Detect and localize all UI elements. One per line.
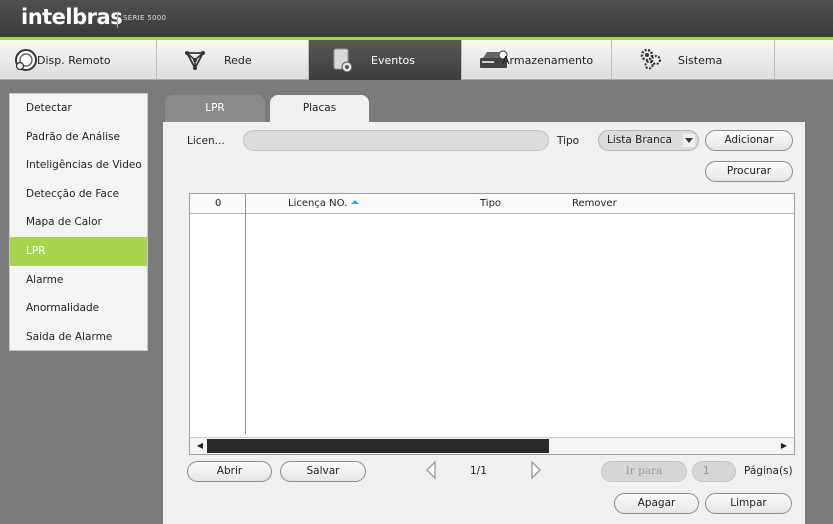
sidebar-item-alarme[interactable]: Alarme (10, 266, 147, 295)
page-number-input[interactable]: 1 (692, 461, 736, 482)
search-button[interactable]: Procurar (705, 161, 793, 182)
scroll-left-icon[interactable]: ◀ (193, 438, 207, 454)
save-button[interactable]: Salvar (280, 461, 366, 482)
remote-device-icon (15, 49, 37, 71)
license-table: 0 Licença NO. Tipo Remover ◀ ▶ (189, 193, 795, 455)
sidebar-item-padrao-de-analise[interactable]: Padrão de Análise (10, 123, 147, 152)
pages-label: Página(s) (744, 465, 793, 477)
clear-button[interactable]: Limpar (705, 493, 792, 514)
tab-placas[interactable]: Placas (270, 95, 369, 122)
main-nav: Disp. Remoto Rede Eventos Armazenamento (0, 40, 833, 80)
brand-logo: intelbras (21, 5, 123, 29)
chevron-down-icon (683, 134, 695, 147)
column-divider (245, 194, 246, 434)
col-license-no[interactable]: Licença NO. (288, 194, 360, 214)
top-header: intelbras SÉRIE 5000 (0, 0, 833, 37)
nav-sistema[interactable]: Sistema (612, 40, 775, 80)
nav-armazenamento[interactable]: Armazenamento (462, 40, 612, 80)
horizontal-scrollbar[interactable]: ◀ ▶ (190, 437, 794, 454)
page-indicator: 1/1 (470, 465, 487, 477)
col-license-no-label: Licença NO. (288, 198, 348, 209)
nav-label: Sistema (678, 53, 723, 67)
col-type: Tipo (480, 198, 502, 209)
delete-button[interactable]: Apagar (614, 493, 699, 514)
goto-button[interactable]: Ir para (601, 461, 687, 482)
nav-label: Disp. Remoto (37, 53, 111, 67)
type-label: Tipo (557, 135, 580, 147)
nav-label: Eventos (371, 53, 415, 67)
sidebar: Detectar Padrão de Análise Inteligências… (9, 93, 148, 351)
license-input[interactable] (243, 130, 549, 151)
sidebar-item-anormalidade[interactable]: Anormalidade (10, 294, 147, 323)
sidebar-item-deteccao-de-face[interactable]: Detecção de Face (10, 180, 147, 209)
sort-ascending-icon (351, 200, 360, 204)
system-gears-icon (640, 48, 661, 70)
tab-lpr[interactable]: LPR (165, 95, 265, 122)
nav-eventos[interactable]: Eventos (309, 40, 462, 80)
type-select-value: Lista Branca (607, 134, 672, 146)
sidebar-item-mapa-de-calor[interactable]: Mapa de Calor (10, 208, 147, 237)
sidebar-item-lpr[interactable]: LPR (10, 236, 147, 266)
network-icon (185, 51, 205, 70)
nav-disp-remoto[interactable]: Disp. Remoto (0, 40, 157, 80)
nav-label: Rede (224, 53, 252, 67)
sidebar-item-saida-de-alarme[interactable]: Saida de Alarme (10, 323, 147, 352)
scrollbar-thumb[interactable] (207, 439, 549, 453)
scroll-right-icon[interactable]: ▶ (777, 438, 791, 454)
nav-rede[interactable]: Rede (157, 40, 309, 80)
next-page-icon[interactable] (529, 460, 543, 480)
open-button[interactable]: Abrir (187, 461, 272, 482)
sidebar-item-inteligencias-de-video[interactable]: Inteligências de Video (10, 151, 147, 180)
brand-series: SÉRIE 5000 (123, 14, 167, 22)
table-header: 0 Licença NO. Tipo Remover (190, 194, 794, 214)
type-select[interactable]: Lista Branca (598, 130, 699, 151)
previous-page-icon[interactable] (424, 460, 438, 480)
sidebar-item-detectar[interactable]: Detectar (10, 94, 147, 123)
license-label: Licen... (187, 135, 225, 147)
events-icon (333, 48, 353, 73)
add-button[interactable]: Adicionar (705, 130, 793, 151)
nav-label: Armazenamento (502, 53, 594, 67)
brand-divider (117, 12, 118, 28)
col-remove: Remover (572, 198, 617, 209)
col-count: 0 (215, 198, 222, 209)
